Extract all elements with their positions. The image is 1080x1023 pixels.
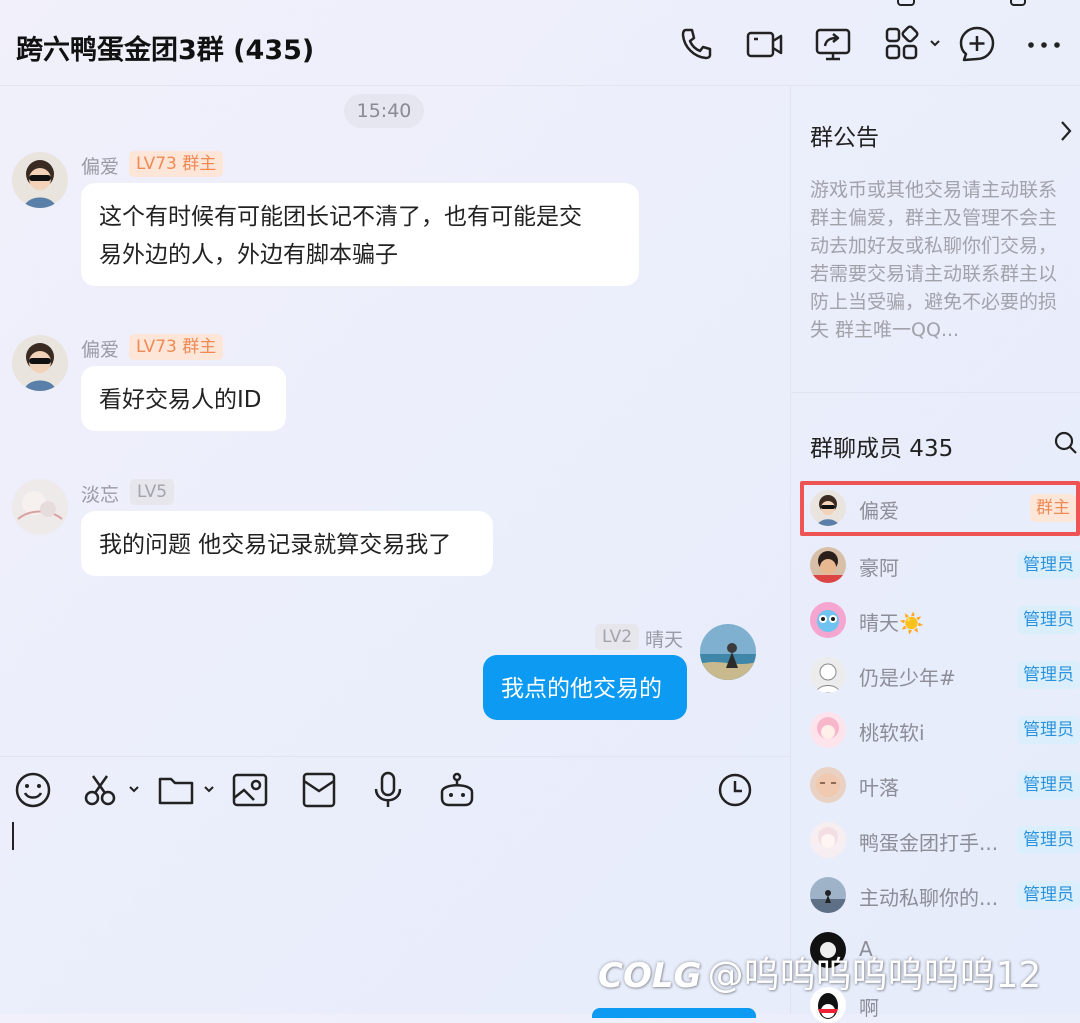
input-caret[interactable] — [12, 822, 14, 850]
members-title: 群聊成员 435 — [810, 436, 954, 462]
member-row[interactable]: 仍是少年# 管理员 — [800, 648, 1080, 703]
role-badge: 管理员 — [1017, 716, 1080, 744]
message-bubble[interactable]: 这个有时候有可能团长记不清了，也有可能是交 易外边的人，外边有脚本骗子 — [81, 183, 639, 286]
role-badge: 管理员 — [1017, 826, 1080, 854]
history-icon[interactable] — [715, 770, 755, 810]
apps-icon[interactable] — [883, 24, 943, 64]
notice-line: 群主偏爱，群主及管理不会主 — [810, 207, 1058, 229]
member-row[interactable]: 豪阿 管理员 — [800, 538, 1080, 593]
folder-icon[interactable] — [157, 770, 219, 810]
member-row[interactable]: 偏爱 群主 — [800, 481, 1080, 536]
level-badge: LV73 群主 — [129, 334, 224, 360]
sender-name[interactable]: 晴天 — [645, 625, 683, 652]
red-packet-icon[interactable] — [299, 770, 339, 810]
member-row[interactable]: 晴天☀️ 管理员 — [800, 593, 1080, 648]
watermark-text: @呜呜呜呜呜呜呜12 — [707, 955, 1042, 996]
member-name: 豪阿 — [859, 556, 899, 580]
role-badge: 管理员 — [1017, 551, 1080, 579]
avatar — [810, 822, 846, 858]
notice-line: 游戏币或其他交易请主动联系 — [810, 179, 1058, 201]
window-control-fragment[interactable] — [897, 0, 915, 6]
sender-name[interactable]: 偏爱 — [81, 152, 119, 179]
message-line: 这个有时候有可能团长记不清了，也有可能是交 — [99, 204, 582, 230]
emoji-icon[interactable] — [13, 770, 53, 810]
search-icon[interactable] — [1054, 430, 1078, 456]
send-button[interactable] — [592, 1008, 756, 1018]
message-line: 易外边的人，外边有脚本骗子 — [99, 242, 398, 268]
panel-section-divider — [791, 392, 1080, 393]
role-badge: 管理员 — [1017, 881, 1080, 909]
chevron-right-icon[interactable] — [1056, 118, 1076, 144]
colg-logo: COLG — [598, 956, 702, 996]
screenshot-icon[interactable] — [82, 770, 144, 810]
sender-name[interactable]: 淡忘 — [81, 480, 119, 507]
message-list[interactable]: 15:40 偏爱 LV73 群主 这个有时候有可能团长记不清了，也有可能是交 易… — [0, 86, 790, 756]
member-name: 叶落 — [859, 776, 899, 800]
group-title[interactable]: 跨六鸭蛋金团3群 (435) — [16, 28, 314, 67]
member-name: 偏爱 — [859, 499, 899, 523]
avatar — [810, 767, 846, 803]
role-badge: 管理员 — [1017, 771, 1080, 799]
member-name: 仍是少年# — [859, 666, 956, 690]
avatar[interactable] — [12, 335, 68, 391]
avatar — [810, 490, 846, 526]
member-row[interactable]: 叶落 管理员 — [800, 758, 1080, 813]
member-name: 鸭蛋金团打手... — [859, 831, 999, 855]
notice-line: 动去加好友或私聊你们交易， — [810, 235, 1058, 257]
role-badge: 群主 — [1030, 494, 1076, 522]
timestamp: 15:40 — [344, 94, 424, 128]
member-name: 桃软软i — [859, 721, 925, 745]
avatar[interactable] — [12, 152, 68, 208]
screen-share-icon[interactable] — [813, 24, 853, 64]
role-badge: 管理员 — [1017, 661, 1080, 689]
level-badge: LV73 群主 — [129, 151, 224, 177]
more-icon[interactable] — [1025, 24, 1065, 64]
image-icon[interactable] — [230, 770, 270, 810]
level-badge: LV2 — [595, 624, 640, 650]
message-bubble[interactable]: 看好交易人的ID — [81, 366, 286, 431]
member-row[interactable]: 主动私聊你的... 管理员 — [800, 868, 1080, 923]
avatar — [810, 657, 846, 693]
avatar[interactable] — [700, 624, 756, 680]
member-name: 主动私聊你的... — [859, 886, 999, 910]
notice-content[interactable]: 游戏币或其他交易请主动联系 群主偏爱，群主及管理不会主 动去加好友或私聊你们交易… — [810, 176, 1080, 344]
notice-line: 失 群主唯一QQ... — [810, 319, 960, 341]
level-badge: LV5 — [130, 479, 175, 505]
avatar — [810, 712, 846, 748]
add-member-icon[interactable] — [957, 24, 997, 64]
role-badge: 管理员 — [1017, 606, 1080, 634]
sender-name[interactable]: 偏爱 — [81, 335, 119, 362]
window-control-fragment[interactable] — [1010, 0, 1026, 6]
notice-title[interactable]: 群公告 — [810, 118, 879, 152]
phone-icon[interactable] — [676, 24, 716, 64]
watermark: COLG @呜呜呜呜呜呜呜12 — [598, 946, 1041, 998]
message-bubble-self[interactable]: 我点的他交易的 — [483, 655, 687, 720]
member-row[interactable]: 桃软软i 管理员 — [800, 703, 1080, 758]
input-divider — [0, 756, 790, 757]
avatar — [810, 877, 846, 913]
message-bubble[interactable]: 我的问题 他交易记录就算交易我了 — [81, 511, 493, 576]
microphone-icon[interactable] — [368, 770, 408, 810]
avatar — [810, 547, 846, 583]
robot-icon[interactable] — [437, 770, 477, 810]
member-name: 晴天☀️ — [859, 611, 924, 635]
avatar[interactable] — [12, 479, 68, 535]
notice-line: 若需要交易请主动联系群主以 — [810, 263, 1058, 285]
member-row[interactable]: 鸭蛋金团打手... 管理员 — [800, 813, 1080, 868]
notice-line: 防上当受骗，避免不必要的损 — [810, 291, 1058, 313]
chat-header: 跨六鸭蛋金团3群 (435) — [0, 0, 1080, 86]
panel-divider — [790, 86, 791, 1014]
avatar — [810, 602, 846, 638]
video-call-icon[interactable] — [744, 24, 784, 64]
